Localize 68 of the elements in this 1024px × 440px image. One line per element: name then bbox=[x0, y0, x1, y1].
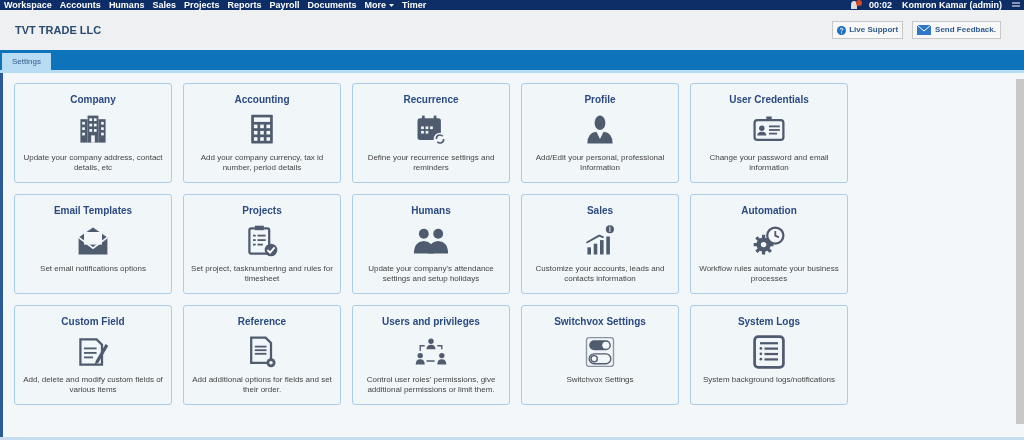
card-title: Custom Field bbox=[61, 316, 125, 328]
card-description: Add your company currency, tax id number, period details bbox=[199, 153, 325, 173]
settings-card[interactable]: User Credentials Change your password and email information bbox=[690, 83, 848, 183]
card-description: System background logs/notifications bbox=[702, 375, 836, 385]
settings-card[interactable]: Humans Update your company's attendance settings and setup holidays bbox=[352, 194, 510, 294]
card-description: Switchvox Settings bbox=[566, 375, 634, 385]
settings-card[interactable]: Sales Customize your accounts, leads and contacts information bbox=[521, 194, 679, 294]
settings-card[interactable]: Recurrence Define your recurrence settings and reminders bbox=[352, 83, 510, 183]
settings-card[interactable]: Profile Add/Edit your personal, professional Information bbox=[521, 83, 679, 183]
settings-card[interactable]: Company Update your company address, contact details, etc bbox=[14, 83, 172, 183]
card-description: Update your company address, contact details, etc bbox=[22, 153, 164, 173]
card-description: Set email notifications options bbox=[40, 264, 146, 274]
nav-item[interactable]: Sales bbox=[152, 0, 176, 10]
nav-item[interactable]: Workspace bbox=[4, 0, 52, 10]
card-title: Accounting bbox=[234, 94, 290, 106]
list-icon bbox=[751, 334, 787, 370]
nav-item[interactable]: Accounts bbox=[59, 0, 101, 10]
user-name[interactable]: Komron Kamar (admin) bbox=[902, 0, 1002, 10]
card-title: Email Templates bbox=[53, 205, 133, 217]
nav-item[interactable]: Projects bbox=[183, 0, 220, 10]
card-title: Humans bbox=[411, 205, 451, 217]
menu-icon[interactable] bbox=[1012, 1, 1020, 9]
live-support-button[interactable]: Live Support bbox=[832, 21, 904, 39]
card-description: Add additional options for fields and set their order. bbox=[191, 375, 333, 395]
scrollbar[interactable] bbox=[1016, 79, 1024, 424]
card-description: Add/Edit your personal, professional Information bbox=[534, 153, 666, 173]
settings-card[interactable]: System Logs System background logs/notifications bbox=[690, 305, 848, 405]
send-feedback-button[interactable]: Send Feedback. bbox=[912, 21, 1001, 39]
card-description: Add, delete and modify custom fields of various items bbox=[22, 375, 164, 395]
card-title: User Credentials bbox=[729, 94, 809, 106]
bell-icon[interactable] bbox=[848, 0, 863, 10]
nav-item[interactable]: More bbox=[364, 0, 386, 10]
timer-text: 00:02 bbox=[868, 0, 892, 10]
card-title: Users and privileges bbox=[382, 316, 480, 328]
card-title: Automation bbox=[741, 205, 797, 217]
help-icon bbox=[837, 25, 847, 35]
settings-card[interactable]: Accounting Add your company currency, tax id number, period details bbox=[183, 83, 341, 183]
card-title: System Logs bbox=[737, 316, 801, 328]
nav-item[interactable]: Reports bbox=[227, 0, 262, 10]
nav-item[interactable]: Timer bbox=[402, 0, 427, 10]
card-description: Set project, tasknumbering and rules for timesheet bbox=[190, 264, 334, 284]
settings-card[interactable]: Users and privileges Control user roles' permissions, give additional permissions or limit them. bbox=[352, 305, 510, 405]
settings-card[interactable]: Switchvox Settings Switchvox Settings bbox=[521, 305, 679, 405]
nav-item[interactable]: Documents bbox=[307, 0, 357, 10]
card-title: Company bbox=[70, 94, 116, 106]
caret-icon[interactable] bbox=[389, 3, 394, 7]
card-description: Customize your accounts, leads and contacts information bbox=[534, 264, 666, 284]
company-title: TVT TRADE LLC bbox=[15, 22, 102, 38]
card-description: Change your password and email information bbox=[708, 153, 830, 173]
card-title: Profile bbox=[584, 94, 616, 106]
nav-item[interactable]: Payroll bbox=[269, 0, 300, 10]
card-description: Update your company's attendance settings and setup holidays bbox=[367, 264, 495, 284]
settings-card[interactable]: Email Templates Set email notifications options bbox=[14, 194, 172, 294]
card-description: Workflow rules automate your business processes bbox=[698, 264, 840, 284]
card-title: Switchvox Settings bbox=[554, 316, 646, 328]
card-title: Sales bbox=[586, 205, 614, 217]
card-description: Define your recurrence settings and reminders bbox=[366, 153, 496, 173]
settings-card[interactable]: Custom Field Add, delete and modify custom fields of various items bbox=[14, 305, 172, 405]
card-description: Control user roles' permissions, give additional permissions or limit them. bbox=[365, 375, 497, 395]
settings-tab[interactable]: Settings bbox=[2, 53, 51, 70]
card-title: Reference bbox=[237, 316, 287, 328]
settings-card[interactable]: Reference Add additional options for fields and set their order. bbox=[183, 305, 341, 405]
card-title: Projects bbox=[242, 205, 282, 217]
settings-card[interactable]: Projects Set project, tasknumbering and rules for timesheet bbox=[183, 194, 341, 294]
nav-item[interactable]: Humans bbox=[108, 0, 145, 10]
card-title: Recurrence bbox=[403, 94, 459, 106]
envelope-icon bbox=[917, 25, 932, 35]
settings-card[interactable]: Automation Workflow rules automate your business processes bbox=[690, 194, 848, 294]
